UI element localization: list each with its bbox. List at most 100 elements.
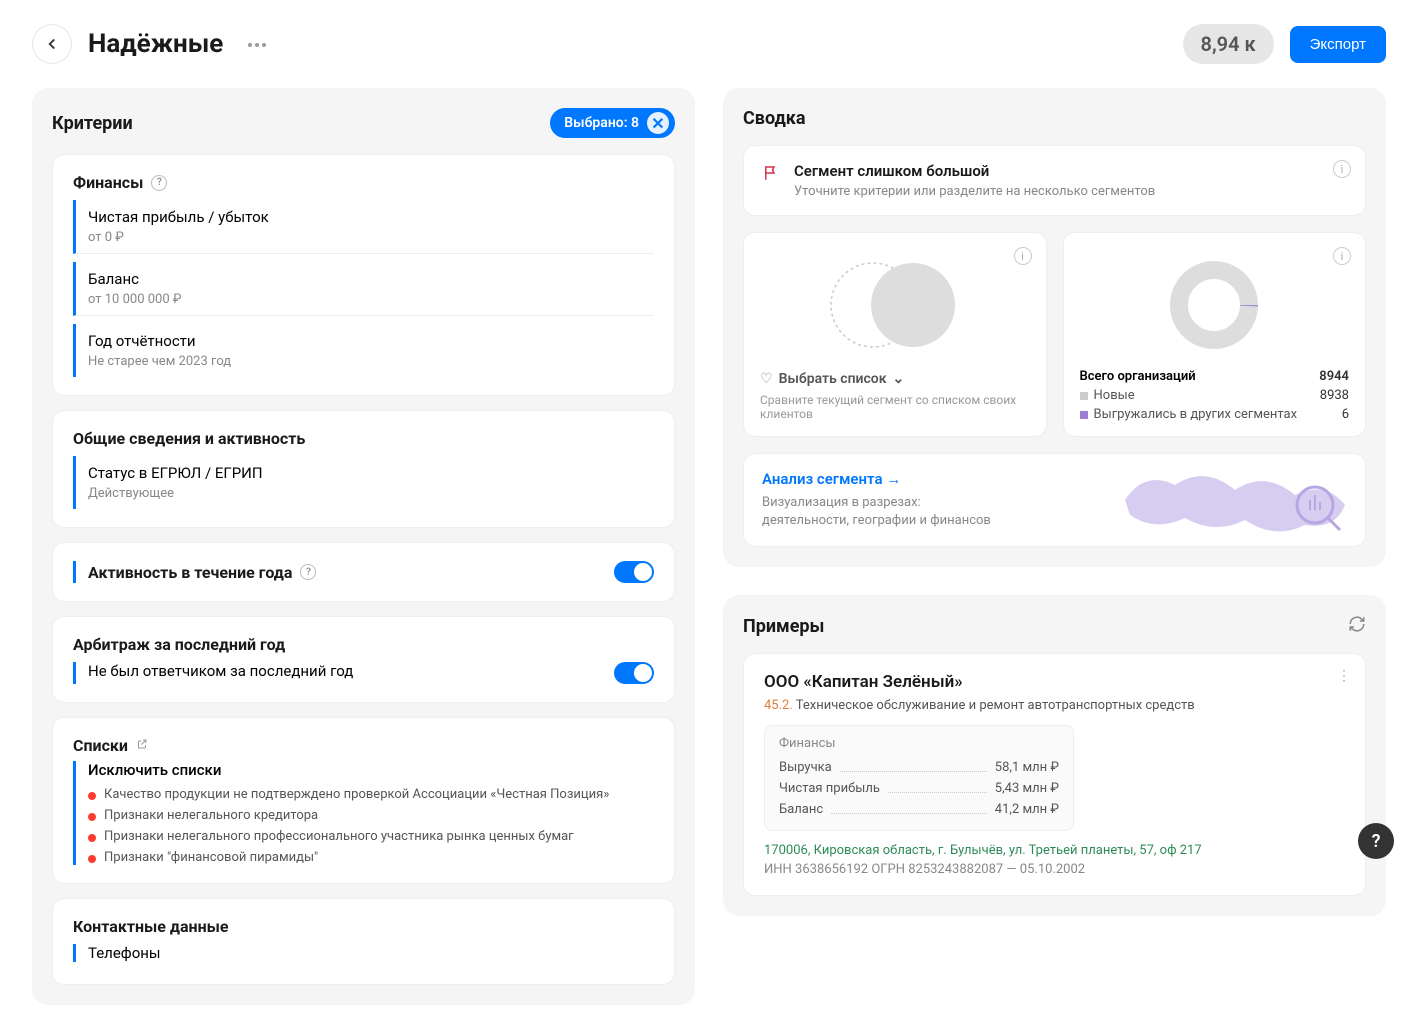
total-orgs-value: 8944: [1319, 369, 1349, 384]
analysis-card[interactable]: Анализ сегмента → Визуализация в разреза…: [743, 453, 1366, 547]
exported-value: 6: [1342, 407, 1349, 422]
alert-segment-large: Сегмент слишком большой Уточните критери…: [743, 145, 1366, 216]
finance-box-title: Финансы: [779, 736, 1059, 751]
fin-row-balance: Баланс 41,2 млн ₽: [779, 799, 1059, 820]
fin-label: Чистая прибыль: [779, 781, 880, 796]
fin-label: Баланс: [779, 802, 823, 817]
venn-diagram: [760, 255, 1030, 355]
chevron-down-icon: ⌄: [893, 371, 905, 387]
examples-title: Примеры: [743, 616, 824, 637]
criteria-panel: Критерии Выбрано: 8 ✕ Финансы ? Чистая п…: [32, 88, 695, 1005]
org-reg-info: ИНН 3638656192 ОГРН 8253243882087 — 05.1…: [764, 862, 1345, 877]
map-illustration: [1115, 460, 1355, 540]
exclude-text: Признаки нелегального кредитора: [104, 808, 318, 823]
finance-title: Финансы: [73, 173, 143, 192]
criterion-balance[interactable]: Баланс от 10 000 000 ₽: [73, 262, 654, 316]
info-icon[interactable]: i: [1333, 160, 1351, 178]
general-card: Общие сведения и активность Статус в ЕГР…: [52, 410, 675, 528]
arbitrage-toggle[interactable]: [614, 662, 654, 684]
arbitrage-title: Арбитраж за последний год: [73, 635, 285, 654]
legend-swatch-new: [1080, 392, 1088, 400]
new-label: Новые: [1094, 388, 1135, 403]
lists-title: Списки: [73, 736, 128, 755]
contacts-item: Телефоны: [88, 944, 654, 962]
export-button[interactable]: Экспорт: [1290, 26, 1386, 63]
red-dot-icon: [88, 813, 96, 821]
page-title: Надёжные: [88, 29, 223, 59]
analysis-link[interactable]: Анализ сегмента →: [762, 470, 901, 488]
okved-code: 45.2.: [764, 698, 793, 713]
criterion-status[interactable]: Статус в ЕГРЮЛ / ЕГРИП Действующее: [73, 456, 654, 509]
org-name[interactable]: ООО «Капитан Зелёный»: [764, 672, 1345, 692]
info-icon[interactable]: i: [1014, 247, 1032, 265]
list-item: Признаки нелегального кредитора: [88, 808, 654, 823]
criterion-label: Баланс: [88, 270, 654, 288]
criteria-title: Критерии: [52, 113, 133, 134]
criterion-report-year[interactable]: Год отчётности Не старее чем 2023 год: [73, 324, 654, 377]
red-dot-icon: [88, 792, 96, 800]
selected-count-label: Выбрано: 8: [564, 115, 639, 131]
reload-icon[interactable]: [1348, 615, 1366, 637]
arbitrage-item: Не был ответчиком за последний год: [88, 662, 353, 680]
exclude-text: Признаки "финансовой пирамиды": [104, 850, 318, 865]
criterion-profit[interactable]: Чистая прибыль / убыток от 0 ₽: [73, 200, 654, 254]
donut-chart: [1080, 255, 1350, 355]
back-button[interactable]: [32, 24, 72, 64]
criterion-value: Не старее чем 2023 год: [88, 354, 654, 369]
exclude-title: Исключить списки: [88, 761, 654, 779]
lists-card: Списки Исключить списки Качество продукц…: [52, 717, 675, 884]
select-list-label: Выбрать список: [779, 371, 887, 387]
total-orgs-label: Всего организаций: [1080, 369, 1196, 384]
red-dot-icon: [88, 834, 96, 842]
alert-subtitle: Уточните критерии или разделите на неско…: [794, 184, 1155, 199]
exclude-text: Качество продукции не подтверждено прове…: [104, 787, 609, 802]
exclude-text: Признаки нелегального профессионального …: [104, 829, 574, 844]
contacts-title: Контактные данные: [73, 917, 229, 936]
example-org-card: ⋮ ООО «Капитан Зелёный» 45.2. Техническо…: [743, 653, 1366, 896]
fin-row-profit: Чистая прибыль 5,43 млн ₽: [779, 778, 1059, 799]
okved-desc: Техническое обслуживание и ремонт автотр…: [796, 698, 1195, 713]
help-icon[interactable]: ?: [151, 175, 167, 191]
selected-count-pill[interactable]: Выбрано: 8 ✕: [550, 108, 675, 138]
red-dot-icon: [88, 855, 96, 863]
criterion-value: от 0 ₽: [88, 230, 654, 245]
list-item: Качество продукции не подтверждено прове…: [88, 787, 654, 802]
select-list-dropdown[interactable]: ♡ Выбрать список ⌄: [760, 371, 1030, 387]
finance-card: Финансы ? Чистая прибыль / убыток от 0 ₽…: [52, 154, 675, 396]
okved: 45.2. Техническое обслуживание и ремонт …: [764, 698, 1345, 713]
summary-panel: Сводка Сегмент слишком большой Уточните …: [723, 88, 1386, 567]
compare-text: Сравните текущий сегмент со списком свои…: [760, 393, 1030, 421]
criterion-label: Статус в ЕГРЮЛ / ЕГРИП: [88, 464, 654, 482]
activity-toggle[interactable]: [614, 561, 654, 583]
activity-card: Активность в течение года ?: [52, 542, 675, 602]
exported-label: Выгружались в других сегментах: [1094, 407, 1298, 422]
fin-value: 41,2 млн ₽: [995, 802, 1059, 817]
new-value: 8938: [1320, 388, 1349, 403]
criterion-label: Год отчётности: [88, 332, 654, 350]
activity-title: Активность в течение года: [88, 563, 292, 582]
more-icon[interactable]: [239, 28, 275, 60]
count-badge: 8,94 к: [1183, 24, 1274, 64]
example-more-icon[interactable]: ⋮: [1337, 668, 1351, 684]
venn-card: i ♡ Выбрать список ⌄ Сравните: [743, 232, 1047, 437]
general-title: Общие сведения и активность: [73, 429, 305, 448]
list-item: Признаки "финансовой пирамиды": [88, 850, 654, 865]
external-link-icon[interactable]: [136, 738, 148, 753]
legend-swatch-exported: [1080, 411, 1088, 419]
help-icon[interactable]: ?: [300, 564, 316, 580]
fin-value: 5,43 млн ₽: [995, 781, 1059, 796]
finance-box: Финансы Выручка58,1 млн ₽ Чистая прибыль…: [764, 725, 1074, 831]
summary-title: Сводка: [743, 108, 805, 129]
criterion-value: от 10 000 000 ₽: [88, 292, 654, 307]
arbitrage-card: Арбитраж за последний год Не был ответчи…: [52, 616, 675, 703]
alert-title: Сегмент слишком большой: [794, 162, 1155, 180]
fin-row-revenue: Выручка58,1 млн ₽: [779, 757, 1059, 778]
criterion-value: Действующее: [88, 486, 654, 501]
fin-value: 58,1 млн ₽: [995, 760, 1059, 775]
heart-icon: ♡: [760, 371, 773, 387]
help-fab-button[interactable]: ?: [1358, 823, 1394, 859]
org-address: 170006, Кировская область, г. Булычёв, у…: [764, 843, 1345, 858]
info-icon[interactable]: i: [1333, 247, 1351, 265]
clear-selection-icon[interactable]: ✕: [647, 112, 669, 134]
list-item: Признаки нелегального профессионального …: [88, 829, 654, 844]
